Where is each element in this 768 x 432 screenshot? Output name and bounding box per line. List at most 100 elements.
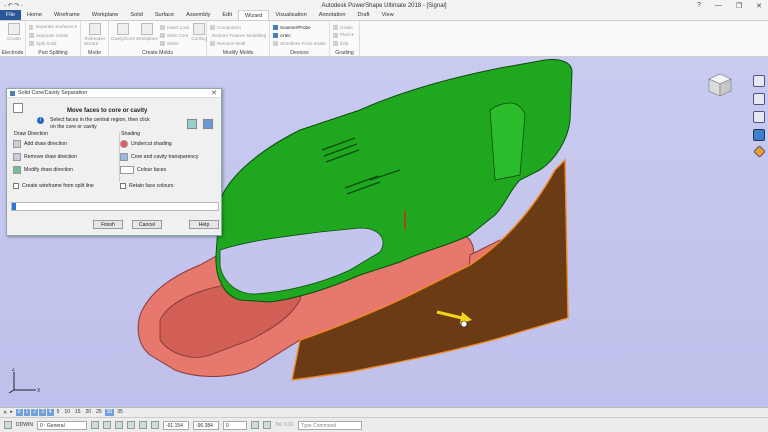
wizard-logo-icon <box>13 103 23 113</box>
transparency-button[interactable]: Core and cavity transparency <box>120 153 198 161</box>
zoom-in-icon[interactable] <box>753 75 765 87</box>
level-3[interactable]: 3 <box>39 409 46 416</box>
dialog-title: Solid Core/Cavity Separation <box>18 90 88 96</box>
maximize-button[interactable]: ❐ <box>736 2 742 10</box>
tab-surface[interactable]: Surface <box>149 10 180 20</box>
minimize-button[interactable]: — <box>715 2 722 9</box>
dialog-description: Select faces in the central region, then… <box>50 117 150 130</box>
level-15[interactable]: 15 <box>73 409 83 416</box>
tab-wizard[interactable]: Wizard <box>238 10 270 20</box>
cursor-icon <box>460 320 468 328</box>
level-10[interactable]: 10 <box>62 409 72 416</box>
level-0[interactable]: 0 <box>15 409 23 416</box>
coord-z: 0 <box>222 420 247 430</box>
level-30[interactable]: 30 <box>104 409 115 416</box>
undercut-shading-button[interactable]: Undercut shading <box>120 140 172 148</box>
tab-draft[interactable]: Draft <box>351 10 375 20</box>
close-button[interactable]: ✕ <box>756 2 762 10</box>
remove-draw-direction-button[interactable]: Remove draw direction <box>13 153 77 161</box>
grade-edit-button[interactable]: Edit <box>333 39 356 47</box>
group-electrode: Create Electrode <box>0 21 26 57</box>
scanner-probe-button[interactable]: Scanner/Probe <box>273 23 326 31</box>
core-cavity-dialog: Solid Core/Cavity Separation ✕ Move face… <box>6 88 222 236</box>
workplane-select[interactable]: 0 : General <box>36 420 87 430</box>
shortlines-button[interactable]: Shortlines From Inside <box>273 39 326 47</box>
lock-icon[interactable] <box>138 421 147 429</box>
draw-direction-label: Draw Direction <box>14 131 49 137</box>
tab-home[interactable]: Home <box>21 10 48 20</box>
level-toggle[interactable]: ▸ <box>8 409 15 416</box>
snap-icon[interactable] <box>90 421 99 429</box>
tab-solid[interactable]: Solid <box>124 10 148 20</box>
view-box-icon[interactable] <box>753 111 765 123</box>
dialog-heading: Move faces to core or cavity <box>67 108 148 114</box>
level-35[interactable]: 35 <box>115 409 125 416</box>
level-2[interactable]: 2 <box>31 409 39 416</box>
settings-icon[interactable] <box>150 421 159 429</box>
slide-core-button[interactable]: Slide Core <box>159 31 189 39</box>
render-mode-icon[interactable] <box>752 145 766 158</box>
remove-direction-icon <box>13 153 21 161</box>
electrode-create-button[interactable]: Create <box>3 23 25 41</box>
toolmaker-wizard-button[interactable]: Toolmaker Wizard <box>84 23 106 46</box>
level-4[interactable]: 4 <box>46 409 54 416</box>
group-part-splitting: Separate Surfaces ▾ Separate Solids Spli… <box>26 21 81 57</box>
close-levels-icon[interactable]: ✕ <box>3 410 7 416</box>
separate-surfaces-button[interactable]: Separate Surfaces ▾ <box>29 23 77 31</box>
component-button[interactable]: Component <box>210 23 266 31</box>
split-solid-button[interactable]: Split Solid <box>29 39 77 47</box>
tab-visualisation[interactable]: Visualisation <box>269 10 312 20</box>
select-cavity-icon[interactable] <box>203 119 213 129</box>
svg-text:X: X <box>37 388 41 394</box>
layer-icon[interactable] <box>126 421 135 429</box>
help-icon[interactable]: ? <box>697 2 701 9</box>
create-wireframe-checkbox[interactable]: Create wireframe from split line <box>13 183 94 189</box>
level-5[interactable]: 5 <box>55 409 62 416</box>
tab-wireframe[interactable]: Wireframe <box>48 10 86 20</box>
modify-direction-icon <box>13 166 21 174</box>
insert-lock-button[interactable]: Insert Lock <box>159 23 189 31</box>
level-25[interactable]: 25 <box>94 409 104 416</box>
info-icon: i <box>37 117 44 124</box>
cancel-button[interactable]: Cancel <box>132 220 162 229</box>
restore-feature-button[interactable]: Restore Feature Modelling <box>210 31 266 39</box>
tab-edit[interactable]: Edit <box>216 10 238 20</box>
command-input[interactable]: Type Command <box>297 420 362 430</box>
view-toolbar <box>750 75 768 158</box>
level-1[interactable]: 1 <box>23 409 31 416</box>
zoom-out-icon[interactable] <box>753 93 765 105</box>
tab-assembly[interactable]: Assembly <box>180 10 216 20</box>
select-core-icon[interactable] <box>187 119 197 129</box>
transparency-icon <box>120 153 128 161</box>
colour-faces-button[interactable]: Colour faces <box>120 166 166 174</box>
select-icon[interactable] <box>114 421 123 429</box>
artec-button[interactable]: Artec <box>273 31 326 39</box>
tab-view[interactable]: View <box>376 10 400 20</box>
remove-mold-button[interactable]: Remove Mold <box>210 39 266 47</box>
tab-annotation[interactable]: Annotation <box>313 10 352 20</box>
shading-label: Shading <box>121 131 141 137</box>
dialog-close-button[interactable]: ✕ <box>211 89 217 97</box>
finish-button[interactable]: Finish <box>93 220 123 229</box>
artec-icon <box>273 32 278 38</box>
view-cube-icon[interactable] <box>707 72 733 98</box>
modify-draw-direction-button[interactable]: Modify draw direction <box>13 166 73 174</box>
tab-file[interactable]: File <box>0 10 22 20</box>
retain-colours-checkbox[interactable]: Retain face colours <box>120 183 173 189</box>
grade-button[interactable]: Grade <box>333 23 356 31</box>
surfaces-icon <box>29 24 34 30</box>
add-draw-direction-button[interactable]: Add draw direction <box>13 140 67 148</box>
level-20[interactable]: 20 <box>84 409 94 416</box>
tab-workplane[interactable]: Workplane <box>86 10 125 20</box>
grid-icon[interactable] <box>102 421 111 429</box>
absolute-icon[interactable] <box>250 421 259 429</box>
help-button[interactable]: Help <box>189 220 219 229</box>
group-create-molds: Cavity/Core Workplane Insert Lock Slide … <box>109 21 207 57</box>
cursor-mode-icon[interactable] <box>262 421 271 429</box>
slider-button[interactable]: Slider <box>159 39 189 47</box>
bottom-status-bar: DDWIN 0 : General -91.154 -96.384 0 Tol:… <box>0 417 768 432</box>
shaded-view-icon[interactable] <box>753 129 765 141</box>
separate-solids-button[interactable]: Separate Solids <box>29 31 77 39</box>
progress-fill <box>12 203 17 210</box>
pixel-button[interactable]: Pixel ▾ <box>333 31 356 39</box>
